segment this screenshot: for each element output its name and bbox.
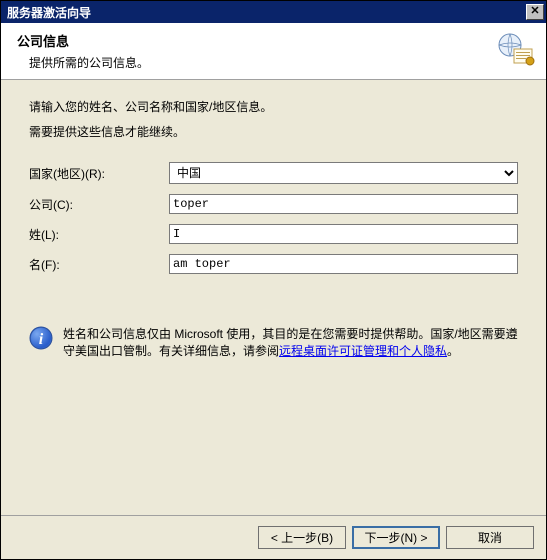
country-select[interactable]: 中国 [169,162,518,184]
lastname-row: 姓(L): [29,224,518,244]
instruction-line-1: 请输入您的姓名、公司名称和国家/地区信息。 [29,98,518,115]
lastname-label: 姓(L): [29,226,169,243]
privacy-link[interactable]: 远程桌面许可证管理和个人隐私 [279,344,447,358]
company-label: 公司(C): [29,196,169,213]
cancel-button[interactable]: 取消 [446,526,534,549]
info-text-after: 。 [447,344,459,358]
next-button[interactable]: 下一步(N) > [352,526,440,549]
globe-certificate-icon [496,31,536,67]
svg-text:i: i [39,331,44,348]
instruction-line-2: 需要提供这些信息才能继续。 [29,123,518,140]
content-area: 请输入您的姓名、公司名称和国家/地区信息。 需要提供这些信息才能继续。 国家(地… [1,80,546,515]
info-row: i 姓名和公司信息仅由 Microsoft 使用，其目的是在您需要时提供帮助。国… [29,326,518,360]
company-input[interactable] [169,194,518,214]
page-subtitle: 提供所需的公司信息。 [17,54,149,71]
country-row: 国家(地区)(R): 中国 [29,162,518,184]
close-button[interactable]: ✕ [526,4,544,20]
back-button[interactable]: < 上一步(B) [258,526,346,549]
info-icon: i [29,326,53,350]
header-icon [496,31,536,67]
firstname-label: 名(F): [29,256,169,273]
footer: < 上一步(B) 下一步(N) > 取消 [1,515,546,559]
lastname-input[interactable] [169,224,518,244]
country-label: 国家(地区)(R): [29,165,169,182]
window-title: 服务器激活向导 [7,4,91,21]
info-text: 姓名和公司信息仅由 Microsoft 使用，其目的是在您需要时提供帮助。国家/… [63,326,518,360]
company-row: 公司(C): [29,194,518,214]
page-title: 公司信息 [17,31,149,50]
wizard-window: 服务器激活向导 ✕ 公司信息 提供所需的公司信息。 请输入您的姓名、公司名称和国… [0,0,547,560]
firstname-input[interactable] [169,254,518,274]
firstname-row: 名(F): [29,254,518,274]
titlebar: 服务器激活向导 ✕ [1,1,546,23]
header-panel: 公司信息 提供所需的公司信息。 [1,23,546,80]
